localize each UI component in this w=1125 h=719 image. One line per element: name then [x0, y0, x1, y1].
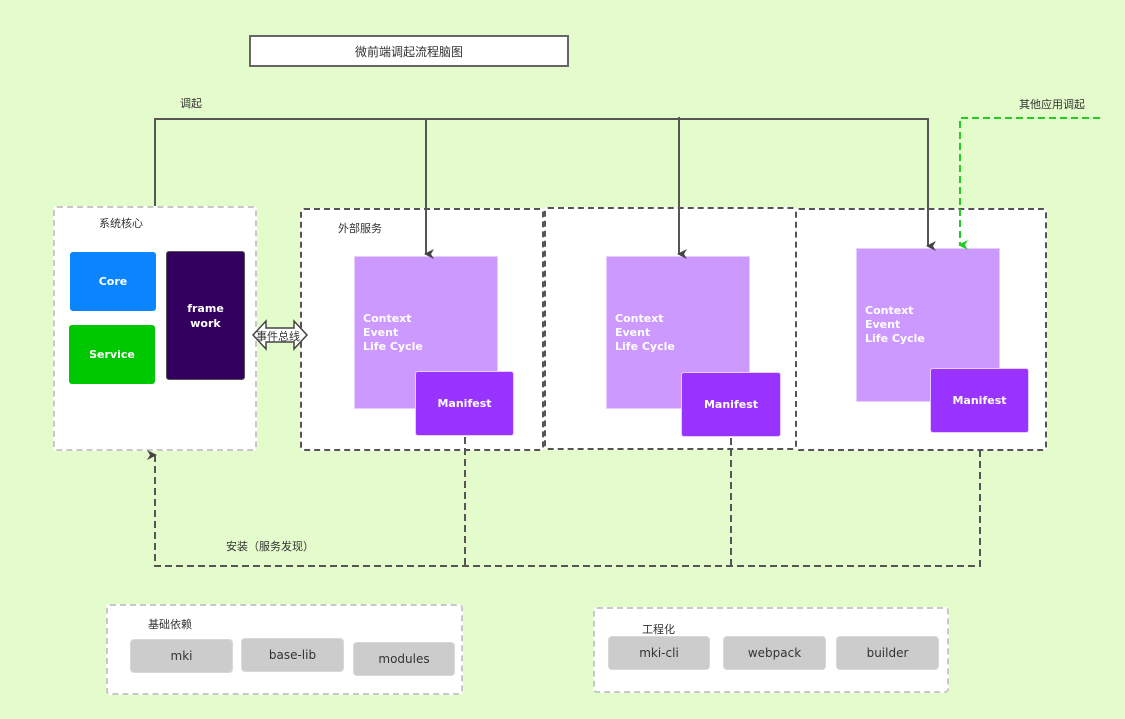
install-label: 安装（服务发现）	[226, 540, 314, 553]
service-block[interactable]: Service	[69, 325, 155, 384]
other-app-invoke-label: 其他应用调起	[1019, 98, 1085, 111]
engineering-label: 工程化	[642, 623, 675, 636]
event-line: Event	[865, 318, 901, 331]
manifest-block[interactable]: Manifest	[415, 371, 514, 436]
event-line: Event	[615, 325, 651, 339]
chip-label: base-lib	[268, 648, 317, 662]
framework-label: frame work	[187, 301, 224, 331]
context-line: Context	[615, 311, 664, 325]
engineering-chip-webpack[interactable]: webpack	[723, 636, 826, 670]
core-block[interactable]: Core	[70, 252, 156, 311]
lifecycle-line: Life Cycle	[865, 332, 925, 345]
engineering-chip-builder[interactable]: builder	[836, 636, 939, 670]
manifest-block[interactable]: Manifest	[681, 372, 781, 437]
chip-label: mki-cli	[639, 646, 679, 660]
framework-label-line1: frame	[187, 301, 224, 315]
chip-label: mki	[170, 649, 193, 663]
context-line: Context	[865, 304, 914, 317]
chip-label: webpack	[747, 646, 802, 660]
invoke-label: 调起	[180, 97, 202, 110]
base-dep-chip-modules[interactable]: modules	[353, 642, 455, 676]
base-dep-chip-mki[interactable]: mki	[130, 639, 233, 673]
framework-block[interactable]: frame work	[166, 251, 245, 380]
diagram-title: 微前端调起流程脑图	[354, 44, 463, 59]
manifest-label: Manifest	[437, 397, 492, 410]
event-line: Event	[363, 325, 399, 339]
diagram-title-box: 微前端调起流程脑图	[249, 35, 569, 67]
system-core-label: 系统核心	[99, 217, 143, 230]
context-line: Context	[363, 311, 412, 325]
framework-label-line2: work	[190, 316, 221, 330]
chip-label: modules	[378, 652, 430, 666]
lifecycle-line: Life Cycle	[615, 339, 675, 353]
engineering-chip-mki-cli[interactable]: mki-cli	[608, 636, 710, 670]
lifecycle-line: Life Cycle	[363, 339, 423, 353]
core-label: Core	[98, 275, 128, 288]
manifest-label: Manifest	[703, 398, 759, 411]
manifest-label: Manifest	[952, 394, 1007, 407]
base-dep-chip-base-lib[interactable]: base-lib	[241, 638, 344, 672]
event-bus-label: 事件总线	[256, 330, 300, 343]
manifest-block[interactable]: Manifest	[930, 368, 1029, 433]
service-label: Service	[89, 348, 135, 361]
external-services-label: 外部服务	[338, 222, 382, 235]
base-deps-label: 基础依赖	[148, 618, 192, 631]
chip-label: builder	[866, 646, 909, 660]
